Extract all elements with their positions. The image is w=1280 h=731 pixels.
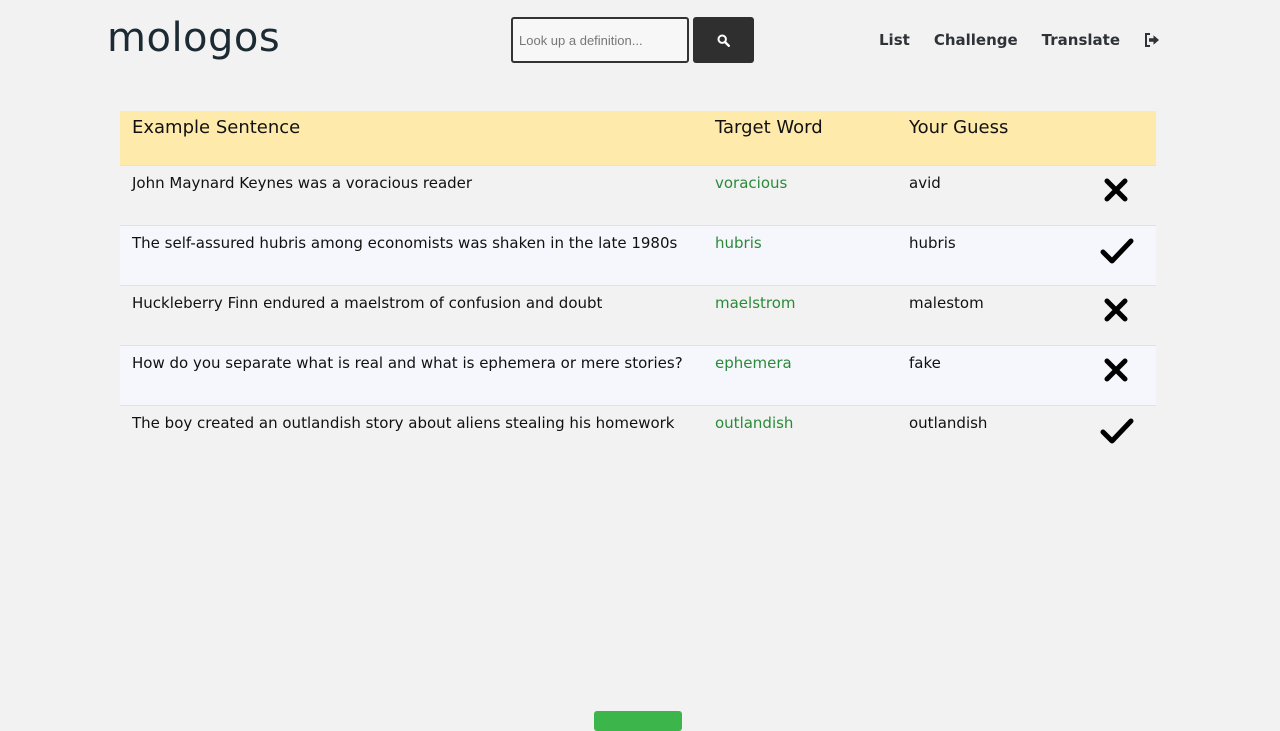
table-header-row: Example Sentence Target Word Your Guess bbox=[120, 111, 1156, 165]
result-cell bbox=[1079, 164, 1156, 225]
logout-button[interactable] bbox=[1144, 33, 1160, 47]
guess-cell: outlandish bbox=[897, 404, 1079, 465]
table-row: The boy created an outlandish story abou… bbox=[120, 404, 1156, 465]
target-word-cell: outlandish bbox=[703, 404, 897, 465]
guess-cell: hubris bbox=[897, 224, 1079, 285]
sentence-cell: Huckleberry Finn endured a maelstrom of … bbox=[120, 284, 703, 345]
main-nav: List Challenge Translate bbox=[855, 28, 1160, 52]
result-cell bbox=[1079, 224, 1156, 285]
header: mologos List Challenge Translate bbox=[0, 0, 1280, 80]
target-word-cell: hubris bbox=[703, 224, 897, 285]
target-word-cell: maelstrom bbox=[703, 284, 897, 345]
check-icon bbox=[1100, 238, 1134, 263]
column-header-result bbox=[1079, 111, 1156, 165]
table-row: The self-assured hubris among economists… bbox=[120, 224, 1156, 285]
nav-challenge[interactable]: Challenge bbox=[934, 28, 1018, 52]
column-header-target: Target Word bbox=[703, 111, 897, 165]
search-icon bbox=[717, 33, 730, 47]
target-word-cell: ephemera bbox=[703, 344, 897, 405]
sentence-cell: The self-assured hubris among economists… bbox=[120, 224, 703, 285]
sentence-cell: How do you separate what is real and wha… bbox=[120, 344, 703, 405]
result-cell bbox=[1079, 404, 1156, 465]
x-icon bbox=[1104, 298, 1128, 321]
results-table: Example Sentence Target Word Your Guess … bbox=[120, 111, 1156, 465]
column-header-sentence: Example Sentence bbox=[120, 111, 703, 165]
guess-cell: fake bbox=[897, 344, 1079, 405]
search-bar bbox=[511, 17, 754, 63]
sentence-cell: The boy created an outlandish story abou… bbox=[120, 404, 703, 465]
guess-cell: malestom bbox=[897, 284, 1079, 345]
result-cell bbox=[1079, 284, 1156, 345]
column-header-guess: Your Guess bbox=[897, 111, 1079, 165]
target-word-cell: voracious bbox=[703, 164, 897, 225]
result-cell bbox=[1079, 344, 1156, 405]
table-row: John Maynard Keynes was a voracious read… bbox=[120, 164, 1156, 225]
nav-translate[interactable]: Translate bbox=[1042, 28, 1120, 52]
search-button[interactable] bbox=[693, 17, 754, 63]
table-row: How do you separate what is real and wha… bbox=[120, 344, 1156, 405]
x-icon bbox=[1104, 178, 1128, 201]
nav-list[interactable]: List bbox=[879, 28, 910, 52]
logo[interactable]: mologos bbox=[107, 12, 280, 64]
sign-out-icon bbox=[1145, 33, 1159, 47]
bottom-action-button[interactable] bbox=[594, 711, 682, 731]
search-input[interactable] bbox=[511, 17, 689, 63]
check-icon bbox=[1100, 418, 1134, 443]
guess-cell: avid bbox=[897, 164, 1079, 225]
x-icon bbox=[1104, 358, 1128, 381]
sentence-cell: John Maynard Keynes was a voracious read… bbox=[120, 164, 703, 225]
table-row: Huckleberry Finn endured a maelstrom of … bbox=[120, 284, 1156, 345]
